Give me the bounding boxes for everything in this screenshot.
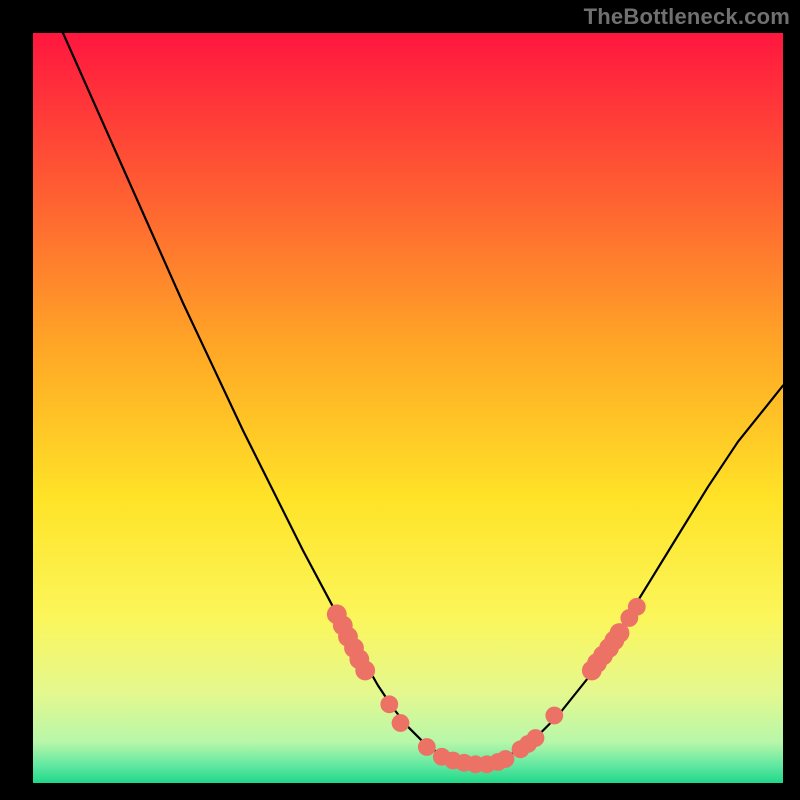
highlight-dot [527,729,545,747]
chart-plot-background [33,33,783,783]
highlight-dot [418,738,436,756]
chart-stage: TheBottleneck.com [0,0,800,800]
highlight-dot [497,750,515,768]
watermark-text: TheBottleneck.com [584,4,790,30]
bottleneck-chart [0,0,800,800]
highlight-dot [545,707,563,725]
highlight-dot [628,598,646,616]
highlight-dot [355,661,375,681]
highlight-dot [392,714,410,732]
highlight-dot [380,695,398,713]
